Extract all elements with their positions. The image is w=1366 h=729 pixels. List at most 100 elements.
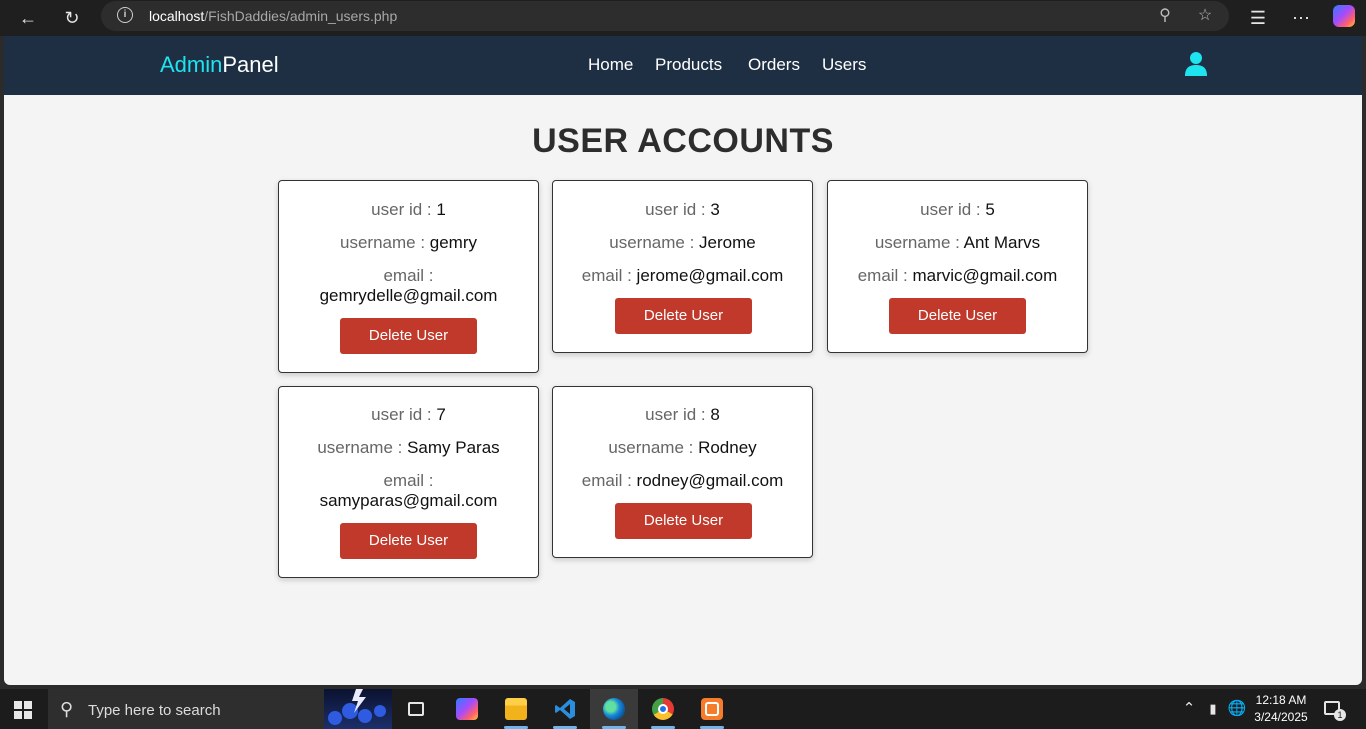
battery-icon[interactable]: ▮: [1202, 689, 1224, 729]
brand-rest: Panel: [222, 52, 279, 77]
username-label: username :: [340, 233, 430, 252]
delete-user-button[interactable]: Delete User: [615, 503, 752, 539]
nav-users[interactable]: Users: [822, 55, 866, 75]
username-value: Ant Marvs: [963, 233, 1041, 252]
favorites-icon[interactable]: ☰: [1244, 4, 1272, 32]
clock-time: 12:18 AM: [1255, 693, 1307, 707]
delete-user-button[interactable]: Delete User: [340, 318, 477, 354]
user-id-value: 5: [985, 200, 995, 219]
email-value: gemrydelle@gmail.com: [319, 286, 498, 305]
user-card: user id : 1 username : gemry email : gem…: [278, 180, 539, 373]
user-id-value: 1: [436, 200, 446, 219]
username-label: username :: [317, 438, 408, 457]
refresh-icon[interactable]: ↻: [58, 4, 86, 32]
delete-user-button[interactable]: Delete User: [889, 298, 1026, 334]
username-line: username : Ant Marvs: [828, 233, 1087, 253]
user-id-value: 8: [710, 405, 720, 424]
username-line: username : gemry: [279, 233, 538, 253]
browser-toolbar: ← ↻ i localhost/FishDaddies/admin_users.…: [0, 0, 1366, 36]
username-value: gemry: [429, 233, 477, 252]
navbar: AdminPanel Home Products Orders Users: [4, 36, 1362, 95]
user-id-label: user id :: [645, 200, 711, 219]
username-line: username : Rodney: [553, 438, 812, 458]
clock-date: 3/24/2025: [1254, 710, 1308, 724]
site-info-icon[interactable]: i: [117, 7, 133, 23]
chevron-up-icon[interactable]: ⌃: [1178, 689, 1200, 729]
user-id-value: 3: [710, 200, 720, 219]
nav-orders[interactable]: Orders: [748, 55, 800, 75]
search-placeholder: Type here to search: [88, 702, 221, 719]
user-id-label: user id :: [920, 200, 986, 219]
user-id-line: user id : 5: [828, 200, 1087, 220]
favorite-star-icon[interactable]: ☆: [1195, 6, 1215, 26]
taskbar: ⚲ Type here to search ⌃ ▮ 🌐 12:18 AM 3/2…: [0, 689, 1366, 729]
user-id-line: user id : 8: [553, 405, 812, 425]
user-id-line: user id : 7: [279, 405, 538, 425]
email-value: marvic@gmail.com: [912, 266, 1058, 285]
url-text[interactable]: localhost/FishDaddies/admin_users.php: [149, 8, 397, 24]
notification-icon[interactable]: 1: [1320, 689, 1348, 729]
user-id-label: user id :: [371, 405, 437, 424]
search-highlight-image: [324, 689, 392, 729]
email-line: email : jerome@gmail.com: [553, 266, 812, 286]
xampp-icon[interactable]: [688, 689, 736, 729]
chrome-icon[interactable]: [639, 689, 687, 729]
username-value: Samy Paras: [407, 438, 500, 457]
page-title: USER ACCOUNTS: [532, 122, 834, 160]
user-card: user id : 8 username : Rodney email : ro…: [552, 386, 813, 558]
back-arrow-icon[interactable]: ←: [14, 4, 42, 32]
email-label: email :: [383, 266, 434, 285]
username-label: username :: [874, 233, 964, 252]
email-line: email : samyparas@gmail.com: [279, 471, 538, 511]
taskbar-search[interactable]: ⚲ Type here to search: [48, 689, 392, 729]
user-card: user id : 3 username : Jerome email : je…: [552, 180, 813, 353]
delete-user-button[interactable]: Delete User: [615, 298, 752, 334]
username-line: username : Jerome: [553, 233, 812, 253]
windows-start-icon[interactable]: [14, 701, 32, 719]
globe-icon[interactable]: 🌐: [1226, 689, 1248, 729]
nav-products[interactable]: Products: [655, 55, 722, 75]
email-label: email :: [581, 266, 637, 285]
task-view-icon[interactable]: [392, 689, 440, 729]
username-value: Jerome: [699, 233, 756, 252]
more-menu-icon[interactable]: ⋯: [1287, 4, 1315, 32]
brand-logo[interactable]: AdminPanel: [160, 52, 279, 78]
copilot-icon[interactable]: [1333, 5, 1355, 27]
email-value: rodney@gmail.com: [636, 471, 784, 490]
url-host: localhost: [149, 8, 205, 24]
taskbar-clock[interactable]: 12:18 AM 3/24/2025: [1251, 692, 1311, 726]
user-id-label: user id :: [645, 405, 711, 424]
user-id-line: user id : 1: [279, 200, 538, 220]
zoom-icon[interactable]: ⚲: [1155, 6, 1175, 26]
email-value: samyparas@gmail.com: [319, 491, 498, 510]
email-value: jerome@gmail.com: [636, 266, 784, 285]
nav-home[interactable]: Home: [588, 55, 633, 75]
notification-count: 1: [1334, 709, 1346, 721]
user-id-line: user id : 3: [553, 200, 812, 220]
address-bar[interactable]: i localhost/FishDaddies/admin_users.php …: [101, 1, 1229, 31]
url-path: /FishDaddies/admin_users.php: [204, 8, 398, 24]
email-label: email :: [383, 471, 434, 490]
email-label: email :: [857, 266, 913, 285]
copilot-taskbar-icon[interactable]: [443, 689, 491, 729]
user-card: user id : 5 username : Ant Marvs email :…: [827, 180, 1088, 353]
delete-user-button[interactable]: Delete User: [340, 523, 477, 559]
email-line: email : rodney@gmail.com: [553, 471, 812, 491]
vscode-icon[interactable]: [541, 689, 589, 729]
username-value: Rodney: [698, 438, 757, 457]
username-line: username : Samy Paras: [279, 438, 538, 458]
email-label: email :: [581, 471, 637, 490]
username-label: username :: [608, 438, 699, 457]
email-line: email : marvic@gmail.com: [828, 266, 1087, 286]
user-id-value: 7: [436, 405, 446, 424]
brand-accent: Admin: [160, 52, 223, 77]
username-label: username :: [609, 233, 700, 252]
user-card: user id : 7 username : Samy Paras email …: [278, 386, 539, 578]
user-id-label: user id :: [371, 200, 437, 219]
user-profile-icon[interactable]: [1184, 51, 1208, 77]
email-line: email : gemrydelle@gmail.com: [279, 266, 538, 306]
search-icon: ⚲: [60, 699, 74, 719]
edge-icon[interactable]: [590, 689, 638, 729]
file-explorer-icon[interactable]: [492, 689, 540, 729]
page-viewport: AdminPanel Home Products Orders Users US…: [4, 36, 1362, 685]
